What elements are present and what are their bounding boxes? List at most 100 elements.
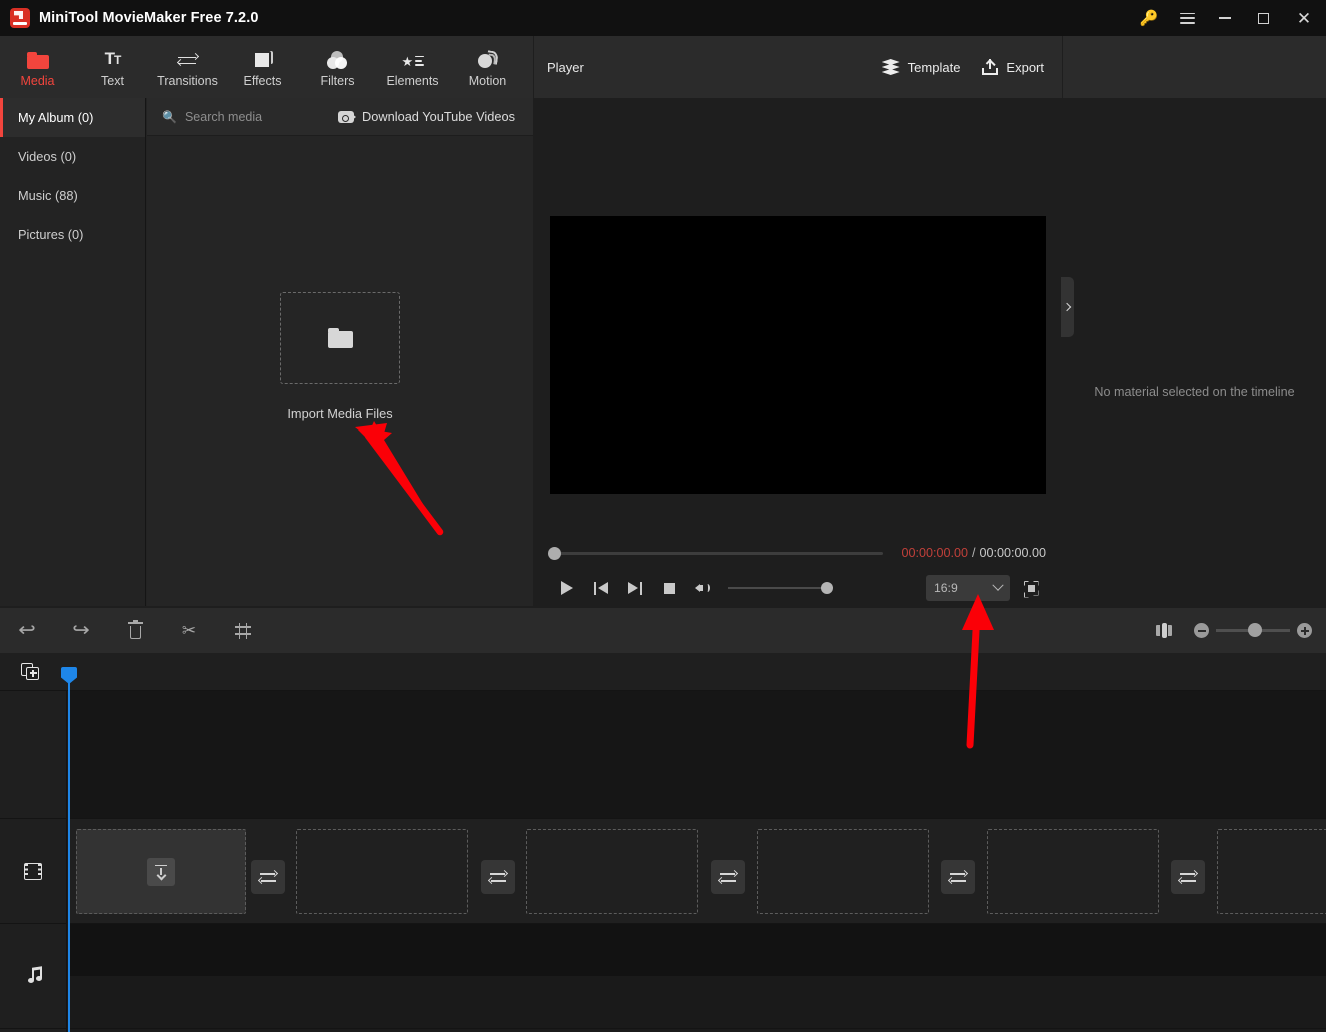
track-header-video[interactable] — [0, 819, 66, 924]
tab-media[interactable]: Media — [0, 36, 75, 98]
volume-handle[interactable] — [821, 581, 833, 594]
tab-effects[interactable]: Effects — [225, 36, 300, 98]
window-controls: 🔑 ✕ — [1130, 0, 1326, 36]
category-pictures[interactable]: Pictures (0) — [0, 215, 145, 254]
redo-button[interactable]: ↪ — [54, 608, 108, 653]
tab-filters[interactable]: Filters — [300, 36, 375, 98]
speaker-icon — [694, 581, 712, 595]
main-menu-button[interactable] — [1168, 0, 1206, 36]
import-media-dropzone[interactable] — [280, 291, 400, 384]
transitions-icon — [487, 869, 509, 884]
zoom-slider[interactable] — [1216, 623, 1290, 638]
scrubber-handle[interactable] — [548, 546, 561, 560]
track-header-audio[interactable] — [0, 924, 66, 1029]
clip-slot[interactable] — [1217, 829, 1326, 914]
zoom-handle[interactable] — [1248, 623, 1262, 638]
fullscreen-button[interactable] — [1016, 575, 1046, 601]
media-panel: My Album (0) Videos (0) Music (88) Pictu… — [0, 98, 533, 606]
template-button[interactable]: Template — [881, 59, 960, 75]
folder-icon — [26, 47, 49, 69]
overlay-track-lane[interactable] — [68, 691, 1326, 819]
license-key-button[interactable]: 🔑 — [1130, 0, 1168, 36]
main-toolbar: Media TT Text Transitions Effects Filter… — [0, 36, 533, 98]
crop-button[interactable] — [216, 608, 270, 653]
zoom-out-button[interactable] — [1194, 623, 1209, 638]
aspect-ratio-select[interactable]: 16:9 — [926, 575, 1010, 601]
category-my-album[interactable]: My Album (0) — [0, 98, 145, 137]
clip-slot[interactable] — [526, 829, 698, 914]
property-panel: No material selected on the timeline — [1061, 36, 1326, 606]
transition-slot[interactable] — [941, 860, 975, 894]
hamburger-icon — [1179, 12, 1195, 24]
playback-scrubber[interactable] — [548, 546, 884, 560]
download-youtube-button[interactable]: Download YouTube Videos — [338, 109, 533, 124]
clip-slot[interactable] — [76, 829, 246, 914]
player-panel: Player Template Export 00:00:00.00 / 00:… — [534, 36, 1062, 606]
timeline-ruler[interactable] — [0, 653, 1326, 691]
zoom-in-button[interactable] — [1297, 623, 1312, 638]
folder-icon — [327, 327, 353, 348]
undo-button[interactable]: ↩ — [0, 608, 54, 653]
fit-to-screen-icon[interactable] — [1156, 623, 1172, 638]
property-panel-collapse-button[interactable] — [1061, 277, 1074, 337]
category-music[interactable]: Music (88) — [0, 176, 145, 215]
category-music-label: Music (88) — [18, 188, 78, 203]
search-input[interactable]: 🔍 Search media — [147, 110, 262, 124]
tab-text-label: Text — [101, 73, 124, 88]
category-videos[interactable]: Videos (0) — [0, 137, 145, 176]
minimize-icon — [1219, 17, 1231, 19]
minimize-button[interactable] — [1206, 0, 1244, 36]
category-pictures-label: Pictures (0) — [18, 227, 84, 242]
import-area: Import Media Files — [147, 136, 533, 606]
volume-slider[interactable] — [728, 581, 833, 594]
track-lanes — [68, 691, 1326, 1032]
tab-transitions[interactable]: Transitions — [150, 36, 225, 98]
close-button[interactable]: ✕ — [1282, 0, 1326, 36]
property-panel-header — [1063, 36, 1326, 98]
tab-elements[interactable]: ★ Elements — [375, 36, 450, 98]
split-button[interactable]: ✂ — [162, 608, 216, 653]
stop-button[interactable] — [652, 573, 686, 603]
add-track-icon[interactable] — [21, 663, 41, 681]
track-header-overlay[interactable] — [0, 691, 66, 819]
tab-motion[interactable]: Motion — [450, 36, 525, 98]
transitions-icon — [717, 869, 739, 884]
transition-slot[interactable] — [711, 860, 745, 894]
search-placeholder: Search media — [184, 109, 263, 124]
maximize-button[interactable] — [1244, 0, 1282, 36]
clip-slot[interactable] — [757, 829, 929, 914]
volume-button[interactable] — [686, 573, 720, 603]
export-icon — [982, 59, 999, 75]
export-label: Export — [1006, 59, 1044, 75]
video-track-lane[interactable] — [68, 819, 1326, 924]
transition-slot[interactable] — [251, 860, 285, 894]
property-panel-empty-message: No material selected on the timeline — [1094, 385, 1295, 399]
play-button[interactable] — [550, 573, 584, 603]
playhead[interactable] — [61, 667, 77, 1032]
tab-elements-label: Elements — [386, 73, 439, 88]
export-button[interactable]: Export — [982, 59, 1044, 75]
tab-text[interactable]: TT Text — [75, 36, 150, 98]
track-headers — [0, 691, 67, 1032]
transition-slot[interactable] — [1171, 860, 1205, 894]
previous-frame-button[interactable] — [584, 573, 618, 603]
title-bar: MiniTool MovieMaker Free 7.2.0 🔑 ✕ — [0, 0, 1326, 36]
fullscreen-icon — [1024, 581, 1039, 596]
undo-icon: ↩ — [18, 620, 36, 641]
next-frame-button[interactable] — [618, 573, 652, 603]
audio-track-lane[interactable] — [68, 924, 1326, 1029]
transitions-icon — [257, 869, 279, 884]
app-window: MiniTool MovieMaker Free 7.2.0 🔑 ✕ Media — [0, 0, 1326, 1032]
player-title: Player — [547, 59, 584, 75]
filters-icon — [327, 47, 348, 69]
tab-media-label: Media — [20, 73, 55, 88]
clip-slot[interactable] — [987, 829, 1159, 914]
add-media-here-button[interactable] — [147, 857, 175, 886]
delete-button[interactable] — [108, 608, 162, 653]
player-header: Player Template Export — [534, 36, 1062, 98]
video-preview[interactable] — [550, 216, 1046, 494]
player-stage — [534, 98, 1062, 568]
transition-slot[interactable] — [481, 860, 515, 894]
clip-slot[interactable] — [296, 829, 468, 914]
motion-icon — [477, 47, 499, 69]
